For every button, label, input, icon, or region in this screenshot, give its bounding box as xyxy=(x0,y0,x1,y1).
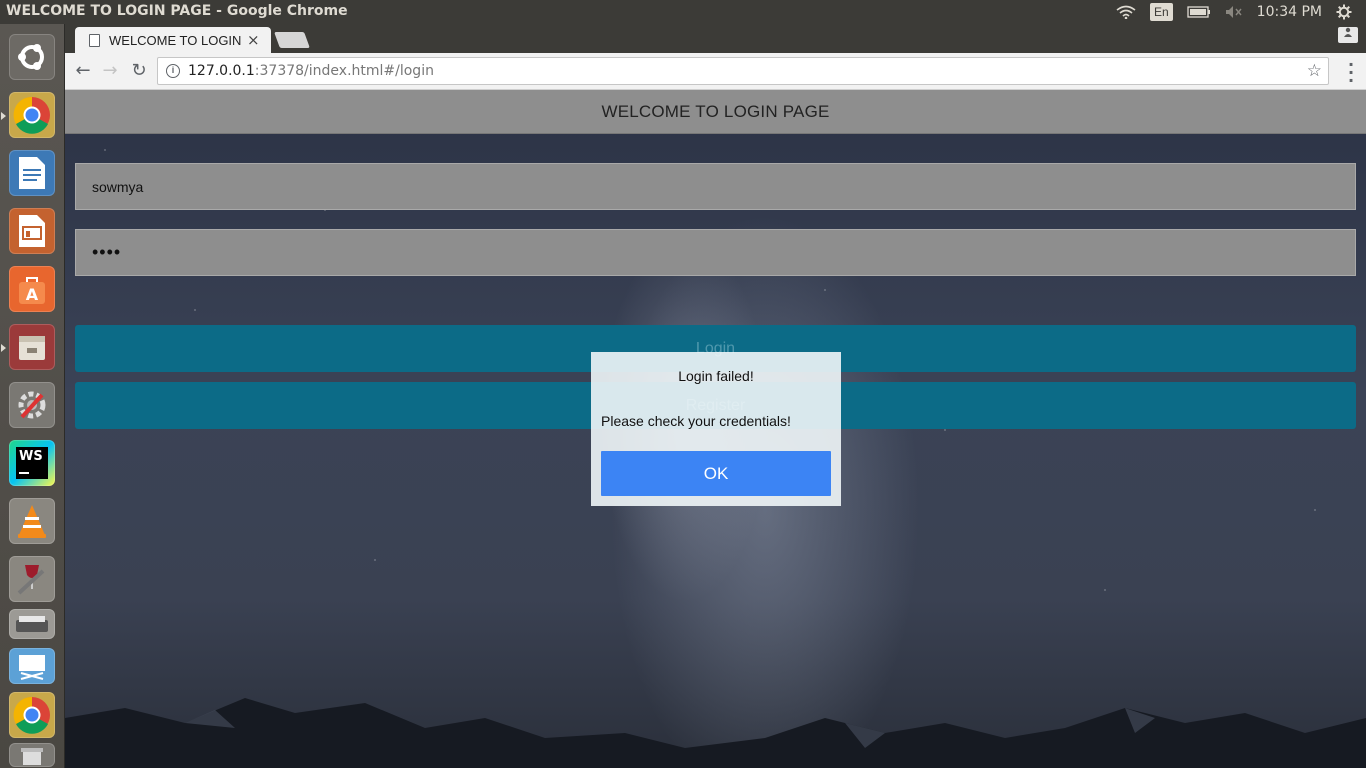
chrome-icon[interactable] xyxy=(7,690,57,740)
trash-icon[interactable] xyxy=(7,742,57,768)
files-icon[interactable] xyxy=(1,322,57,372)
page-viewport: WELCOME TO LOGIN PAGE sowmya •••• Login … xyxy=(65,90,1366,768)
back-button[interactable]: ← xyxy=(72,60,94,82)
software-center-icon[interactable]: A xyxy=(7,264,57,314)
volume-muted-icon[interactable] xyxy=(1225,5,1243,19)
remote-desktop-icon[interactable] xyxy=(7,644,57,688)
clock[interactable]: 10:34 PM xyxy=(1257,4,1322,20)
new-tab-button[interactable] xyxy=(274,32,310,48)
mountains-background xyxy=(65,698,1366,768)
system-settings-icon[interactable] xyxy=(7,380,57,430)
chrome-icon[interactable] xyxy=(1,90,57,140)
browser-window: WELCOME TO LOGIN PAGE × ← → ↻ i 127.0.0.… xyxy=(65,24,1366,768)
unity-launcher: A WS xyxy=(0,24,65,768)
tab-strip: WELCOME TO LOGIN PAGE × xyxy=(65,24,1366,53)
system-tray: En 10:34 PM xyxy=(1116,0,1366,24)
address-bar[interactable]: i 127.0.0.1:37378/index.html#/login ☆ xyxy=(157,57,1329,85)
tab-login-page[interactable]: WELCOME TO LOGIN PAGE × xyxy=(75,27,271,53)
alert-dialog: Login failed! Please check your credenti… xyxy=(591,352,841,506)
bookmark-star-icon[interactable]: ☆ xyxy=(1307,61,1322,81)
tab-title: WELCOME TO LOGIN PAGE xyxy=(109,32,241,48)
page-title: WELCOME TO LOGIN PAGE xyxy=(601,101,830,121)
menu-icon[interactable]: · · · xyxy=(1348,57,1354,89)
ok-button[interactable]: OK xyxy=(601,451,831,496)
libreoffice-writer-icon[interactable] xyxy=(7,148,57,198)
gear-icon[interactable] xyxy=(1336,4,1352,20)
vlc-icon[interactable] xyxy=(7,496,57,546)
system-top-panel: WELCOME TO LOGIN PAGE - Google Chrome En… xyxy=(0,0,1366,24)
svg-text:A: A xyxy=(26,285,39,304)
browser-toolbar: ← → ↻ i 127.0.0.1:37378/index.html#/logi… xyxy=(65,53,1366,90)
url-path: :37378/index.html#/login xyxy=(254,63,434,79)
page-header: WELCOME TO LOGIN PAGE xyxy=(65,90,1366,134)
window-title: WELCOME TO LOGIN PAGE - Google Chrome xyxy=(6,3,348,19)
info-icon[interactable]: i xyxy=(166,64,180,78)
url-host: 127.0.0.1 xyxy=(188,63,255,79)
keyboard-layout-indicator[interactable]: En xyxy=(1149,3,1173,21)
libreoffice-impress-icon[interactable] xyxy=(7,206,57,256)
webstorm-icon[interactable]: WS xyxy=(7,438,57,488)
password-field[interactable]: •••• xyxy=(75,229,1356,276)
scanner-icon[interactable] xyxy=(7,604,57,644)
profile-icon[interactable] xyxy=(1338,27,1358,43)
wine-tools-icon[interactable] xyxy=(7,554,57,604)
alert-title: Login failed! xyxy=(678,368,754,384)
close-icon[interactable]: × xyxy=(247,31,260,49)
battery-icon[interactable] xyxy=(1187,6,1211,18)
wifi-icon[interactable] xyxy=(1116,5,1136,19)
forward-button[interactable]: → xyxy=(99,60,121,82)
alert-message: Please check your credentials! xyxy=(601,413,791,429)
reload-button[interactable]: ↻ xyxy=(128,60,150,82)
username-field[interactable]: sowmya xyxy=(75,163,1356,210)
page-icon xyxy=(89,33,100,47)
ubuntu-dash-icon[interactable] xyxy=(7,32,57,82)
